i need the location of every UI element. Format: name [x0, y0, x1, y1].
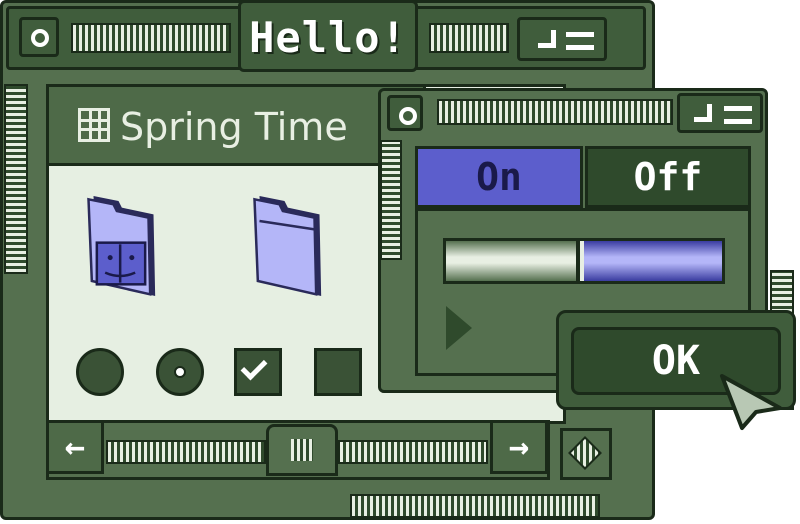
- bottom-grille: [350, 494, 600, 518]
- scroll-track-left[interactable]: [106, 440, 266, 464]
- pointer-cursor-icon: [720, 374, 782, 430]
- zoom-box[interactable]: [517, 17, 607, 61]
- title-grille: [71, 23, 231, 53]
- right-arrow-icon: →: [508, 427, 530, 467]
- slider[interactable]: [443, 238, 725, 284]
- grip-icon: [291, 439, 313, 461]
- left-arrow-icon: ←: [64, 427, 86, 467]
- resize-icon: [568, 436, 602, 470]
- zoom-icon: [538, 30, 556, 48]
- title-grille-right: [429, 23, 509, 53]
- checkbox-2[interactable]: [314, 348, 362, 396]
- play-arrow-icon[interactable]: [446, 306, 472, 350]
- radio-selected-dot: [174, 366, 186, 378]
- scroll-thumb[interactable]: [266, 424, 338, 476]
- scroll-left-button[interactable]: ←: [46, 420, 104, 474]
- tab-off[interactable]: Off: [585, 146, 751, 208]
- finder-folder-icon[interactable]: [78, 196, 164, 296]
- window-title: Hello!: [249, 13, 407, 62]
- slider-fill-right: [584, 241, 722, 281]
- title-grille-2: [437, 99, 673, 125]
- tab-on[interactable]: On: [415, 146, 583, 208]
- zoom-icon: [694, 104, 712, 122]
- header-title: Spring Time: [120, 105, 348, 149]
- grid-icon: [78, 108, 110, 142]
- slider-fill-left: [446, 241, 580, 281]
- resize-box[interactable]: [560, 428, 612, 480]
- zoom-box-2[interactable]: [677, 93, 763, 133]
- checkbox-1[interactable]: [234, 348, 282, 396]
- collapse-icon: [724, 106, 752, 124]
- close-box-2[interactable]: [387, 95, 423, 131]
- side-grille-2: [380, 140, 402, 260]
- radio-button-2[interactable]: [156, 348, 204, 396]
- close-box[interactable]: [19, 17, 59, 57]
- side-grille: [4, 84, 28, 274]
- radio-button-1[interactable]: [76, 348, 124, 396]
- scroll-track-right[interactable]: [338, 440, 488, 464]
- scroll-right-button[interactable]: →: [490, 420, 548, 474]
- collapse-icon: [566, 32, 594, 50]
- folder-icon[interactable]: [244, 196, 330, 296]
- checkmark-icon: [240, 353, 268, 381]
